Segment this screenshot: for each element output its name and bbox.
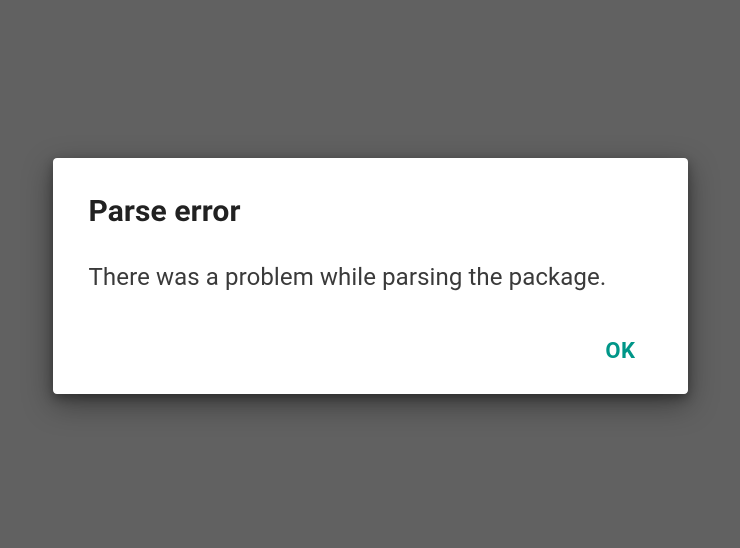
dialog-actions: OK [89, 331, 652, 372]
error-dialog: Parse error There was a problem while pa… [53, 158, 688, 394]
dialog-title: Parse error [89, 194, 652, 229]
dialog-message: There was a problem while parsing the pa… [89, 261, 652, 293]
ok-button[interactable]: OK [589, 331, 651, 372]
